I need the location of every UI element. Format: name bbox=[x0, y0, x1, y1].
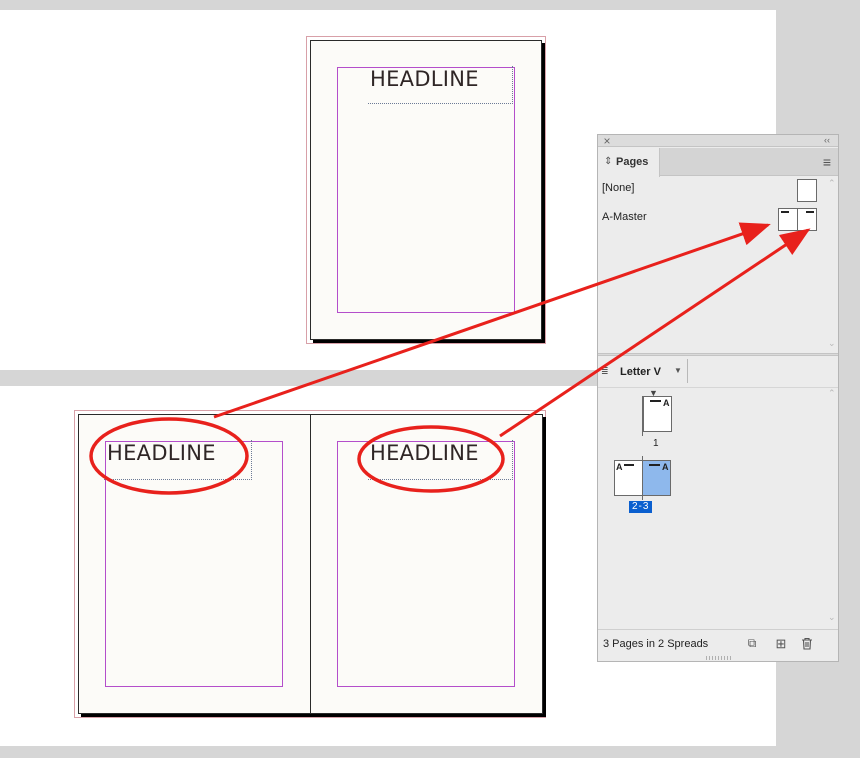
annotation-arrow-right bbox=[499, 228, 811, 438]
annotation-ellipse-left bbox=[89, 417, 249, 495]
annotation-arrow-left bbox=[213, 222, 771, 419]
annotation-ellipse-right bbox=[357, 425, 505, 493]
annotation-layer bbox=[89, 222, 811, 495]
